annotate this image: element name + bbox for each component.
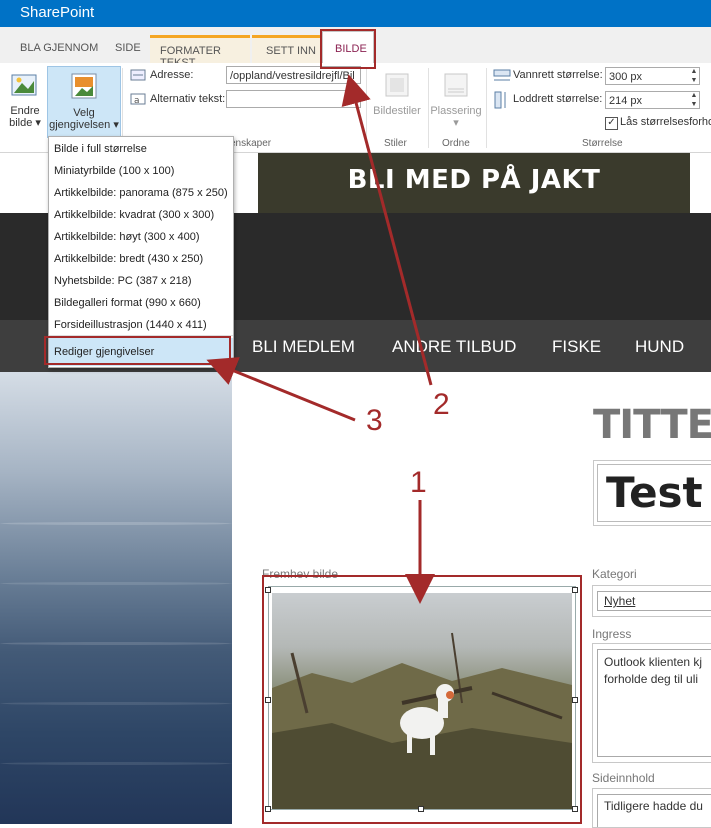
vertical-size-label: Loddrett størrelse: (513, 93, 603, 105)
svg-text:a: a (134, 96, 140, 106)
rendition-option[interactable]: Forsideillustrasjon (1440 x 411) (54, 319, 207, 331)
lock-aspect-checkbox[interactable]: ✓ (605, 117, 618, 130)
ingress-label: Ingress (592, 627, 632, 641)
nav-item-other-offers[interactable]: ANDRE TILBUD (392, 337, 516, 357)
featured-image-photo[interactable] (272, 593, 572, 809)
title-field[interactable]: Test 3. (593, 460, 711, 526)
group-styles-label: Stiler (384, 138, 407, 149)
tab-page[interactable]: SIDE (115, 42, 141, 54)
annotation-box-image-tab (320, 29, 376, 69)
change-image-label-1: Endre (10, 105, 40, 117)
rendition-option[interactable]: Miniatyrbilde (100 x 100) (54, 165, 174, 177)
resize-handle-bottom-right[interactable] (572, 806, 578, 812)
content-input[interactable]: Tidligere hadde du (597, 794, 711, 827)
address-label: Adresse: (150, 69, 194, 81)
alt-text-label: Alternativ tekst: (150, 93, 226, 105)
group-arrange-label: Ordne (442, 138, 470, 149)
nav-item-fishing[interactable]: FISKE (552, 337, 601, 357)
horizontal-size-input[interactable]: 300 px (605, 67, 700, 85)
alt-text-icon: a (130, 92, 146, 106)
annotation-number-2: 2 (433, 388, 450, 421)
change-image-label-2: bilde (9, 117, 33, 129)
annotation-number-1: 1 (410, 466, 427, 499)
image-styles-icon (383, 71, 411, 101)
address-icon (130, 68, 146, 82)
pick-rendition-label-1: Velg (73, 107, 95, 119)
tab-insert[interactable]: SETT INN (252, 35, 320, 63)
change-image-icon[interactable] (8, 71, 42, 101)
content-label: Sideinnhold (592, 771, 655, 785)
rendition-option[interactable]: Artikkelbilde: panorama (875 x 250) (54, 187, 228, 199)
placement-icon (442, 71, 470, 101)
ingress-input[interactable]: Outlook klienten kj forholde deg til uli (597, 649, 711, 757)
app-brand[interactable]: SharePoint (20, 4, 94, 21)
rendition-dropdown-menu: Bilde i full størrelse Miniatyrbilde (10… (48, 136, 234, 368)
nav-item-dog[interactable]: HUND (635, 337, 684, 357)
change-image-button[interactable]: Endre bilde ▾ (4, 105, 46, 129)
resize-handle-top-left[interactable] (265, 587, 271, 593)
rendition-option[interactable]: Nyhetsbilde: PC (387 x 218) (54, 275, 192, 287)
horizontal-size-icon (493, 68, 511, 84)
rendition-option[interactable]: Bilde i full størrelse (54, 143, 147, 155)
nav-item-become-member[interactable]: BLI MEDLEM (252, 337, 355, 357)
vertical-size-input[interactable]: 214 px (605, 91, 700, 109)
site-banner: BLI MED PÅ JAKT (258, 153, 690, 213)
group-size-label: Størrelse (582, 138, 623, 149)
tab-browse[interactable]: BLA GJENNOM (20, 42, 98, 54)
resize-handle-bottom[interactable] (418, 806, 424, 812)
category-label: Kategori (592, 567, 637, 581)
horizontal-size-label: Vannrett størrelse: (513, 69, 603, 81)
rendition-option[interactable]: Artikkelbilde: kvadrat (300 x 300) (54, 209, 214, 221)
dog-photo-illustration (272, 632, 572, 809)
rendition-option[interactable]: Artikkelbilde: høyt (300 x 400) (54, 231, 200, 243)
resize-handle-right[interactable] (572, 697, 578, 703)
placement-dropdown-icon: ▾ (453, 117, 459, 129)
alt-text-input[interactable] (226, 90, 361, 108)
pick-rendition-button[interactable]: Velg gjengivelsen ▾ (47, 66, 121, 138)
suite-bar: SharePoint (0, 0, 711, 27)
tab-format-text[interactable]: FORMATER TEKST (150, 35, 250, 69)
rendition-option[interactable]: Bildegalleri format (990 x 660) (54, 297, 201, 309)
placement-button[interactable]: Plassering (430, 105, 482, 117)
ribbon-separator (366, 68, 367, 148)
horizontal-size-spinner[interactable]: ▲ ▼ (689, 67, 699, 85)
title-label: TITTEL (593, 402, 711, 448)
title-input[interactable]: Test 3. (597, 464, 711, 522)
resize-handle-top[interactable] (418, 587, 424, 593)
group-properties-label: enskaper (230, 138, 272, 149)
category-value[interactable]: Nyhet (597, 591, 711, 611)
ribbon-separator (486, 68, 487, 148)
resize-handle-bottom-left[interactable] (265, 806, 271, 812)
ribbon-separator (428, 68, 429, 148)
ingress-field[interactable]: Outlook klienten kj forholde deg til uli (592, 643, 711, 763)
rendition-icon (70, 72, 98, 102)
content-field[interactable]: Tidligere hadde du (592, 788, 711, 828)
resize-handle-top-right[interactable] (572, 587, 578, 593)
lock-aspect-label: Lås størrelsesforhol (620, 116, 711, 128)
vertical-size-spinner[interactable]: ▲ ▼ (689, 91, 699, 109)
pick-rendition-label-2: gjengivelsen (49, 119, 111, 131)
rendition-option[interactable]: Artikkelbilde: bredt (430 x 250) (54, 253, 203, 265)
category-field[interactable]: Nyhet (592, 585, 711, 617)
annotation-number-3: 3 (366, 404, 383, 437)
vertical-size-icon (493, 91, 511, 109)
sea-background-image (0, 372, 232, 824)
image-styles-button[interactable]: Bildestiler (372, 105, 422, 117)
resize-handle-left[interactable] (265, 697, 271, 703)
annotation-box-edit-renditions (44, 336, 231, 365)
